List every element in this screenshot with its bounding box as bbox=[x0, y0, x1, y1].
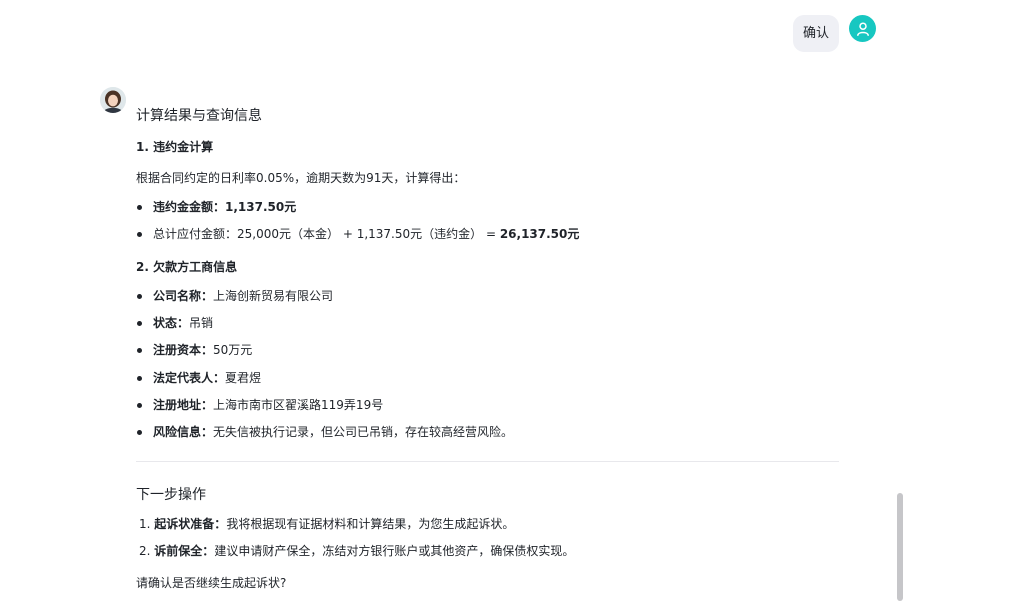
info-label: 公司名称 bbox=[153, 289, 202, 303]
bullet-dot bbox=[137, 403, 142, 408]
reply-heading: 计算结果与查询信息 bbox=[136, 108, 262, 124]
info-value: 无失信被执行记录，但公司已吊销，存在较高经营风险。 bbox=[213, 425, 514, 439]
info-value: 夏君煜 bbox=[225, 371, 262, 385]
user-message-bubble: 确认 bbox=[793, 15, 839, 52]
bullet-dot bbox=[137, 376, 142, 381]
section2-title: 2. 欠款方工商信息 bbox=[136, 260, 238, 274]
step-value: 我将根据现有证据材料和计算结果，为您生成起诉状。 bbox=[226, 517, 515, 531]
info-label: 状态 bbox=[153, 316, 178, 330]
info-label: 注册资本 bbox=[153, 343, 202, 357]
info-value: 吊销 bbox=[189, 316, 214, 330]
bullet-dot bbox=[137, 321, 142, 326]
info-label: 法定代表人 bbox=[153, 371, 214, 385]
total-label: 总计应付金额： bbox=[153, 227, 238, 241]
step-number: 1. bbox=[139, 517, 151, 531]
info-value: 上海创新贸易有限公司 bbox=[213, 289, 334, 303]
info-label: 风险信息 bbox=[153, 425, 202, 439]
total-value: 26,137.50元 bbox=[499, 227, 580, 241]
bullet-dot bbox=[137, 430, 142, 435]
step-label: 诉前保全 bbox=[154, 544, 203, 558]
info-value: 上海市南市区翟溪路119弄19号 bbox=[213, 398, 384, 412]
section1-intro: 根据合同约定的日利率0.05%，逾期天数为91天，计算得出： bbox=[136, 171, 466, 185]
divider bbox=[136, 461, 839, 462]
bullet-dot bbox=[137, 294, 142, 299]
bullet-dot bbox=[137, 205, 142, 210]
next-steps-heading: 下一步操作 bbox=[136, 487, 206, 503]
penalty-value: 1,137.50元 bbox=[225, 200, 297, 214]
user-avatar-icon[interactable] bbox=[849, 15, 876, 42]
section1-title: 1. 违约金计算 bbox=[136, 140, 214, 154]
penalty-label: 违约金金额： bbox=[153, 200, 226, 214]
bullet-dot bbox=[137, 348, 142, 353]
step-value: 建议申请财产保全，冻结对方银行账户或其他资产，确保债权实现。 bbox=[214, 544, 575, 558]
closing-question: 请确认是否继续生成起诉状? bbox=[136, 576, 287, 590]
total-expr: 25,000元（本金） + 1,137.50元（违约金） = bbox=[237, 227, 500, 241]
step-number: 2. bbox=[139, 544, 151, 558]
info-label: 注册地址 bbox=[153, 398, 202, 412]
info-value: 50万元 bbox=[213, 343, 253, 357]
list-item: 2. 诉前保全：建议申请财产保全，冻结对方银行账户或其他资产，确保债权实现。 bbox=[139, 544, 575, 558]
user-icon bbox=[856, 21, 869, 36]
scrollbar[interactable] bbox=[897, 493, 903, 601]
list-item: 1. 起诉状准备：我将根据现有证据材料和计算结果，为您生成起诉状。 bbox=[139, 517, 515, 531]
assistant-avatar bbox=[100, 87, 126, 113]
bullet-dot bbox=[137, 232, 142, 237]
step-label: 起诉状准备 bbox=[154, 517, 215, 531]
